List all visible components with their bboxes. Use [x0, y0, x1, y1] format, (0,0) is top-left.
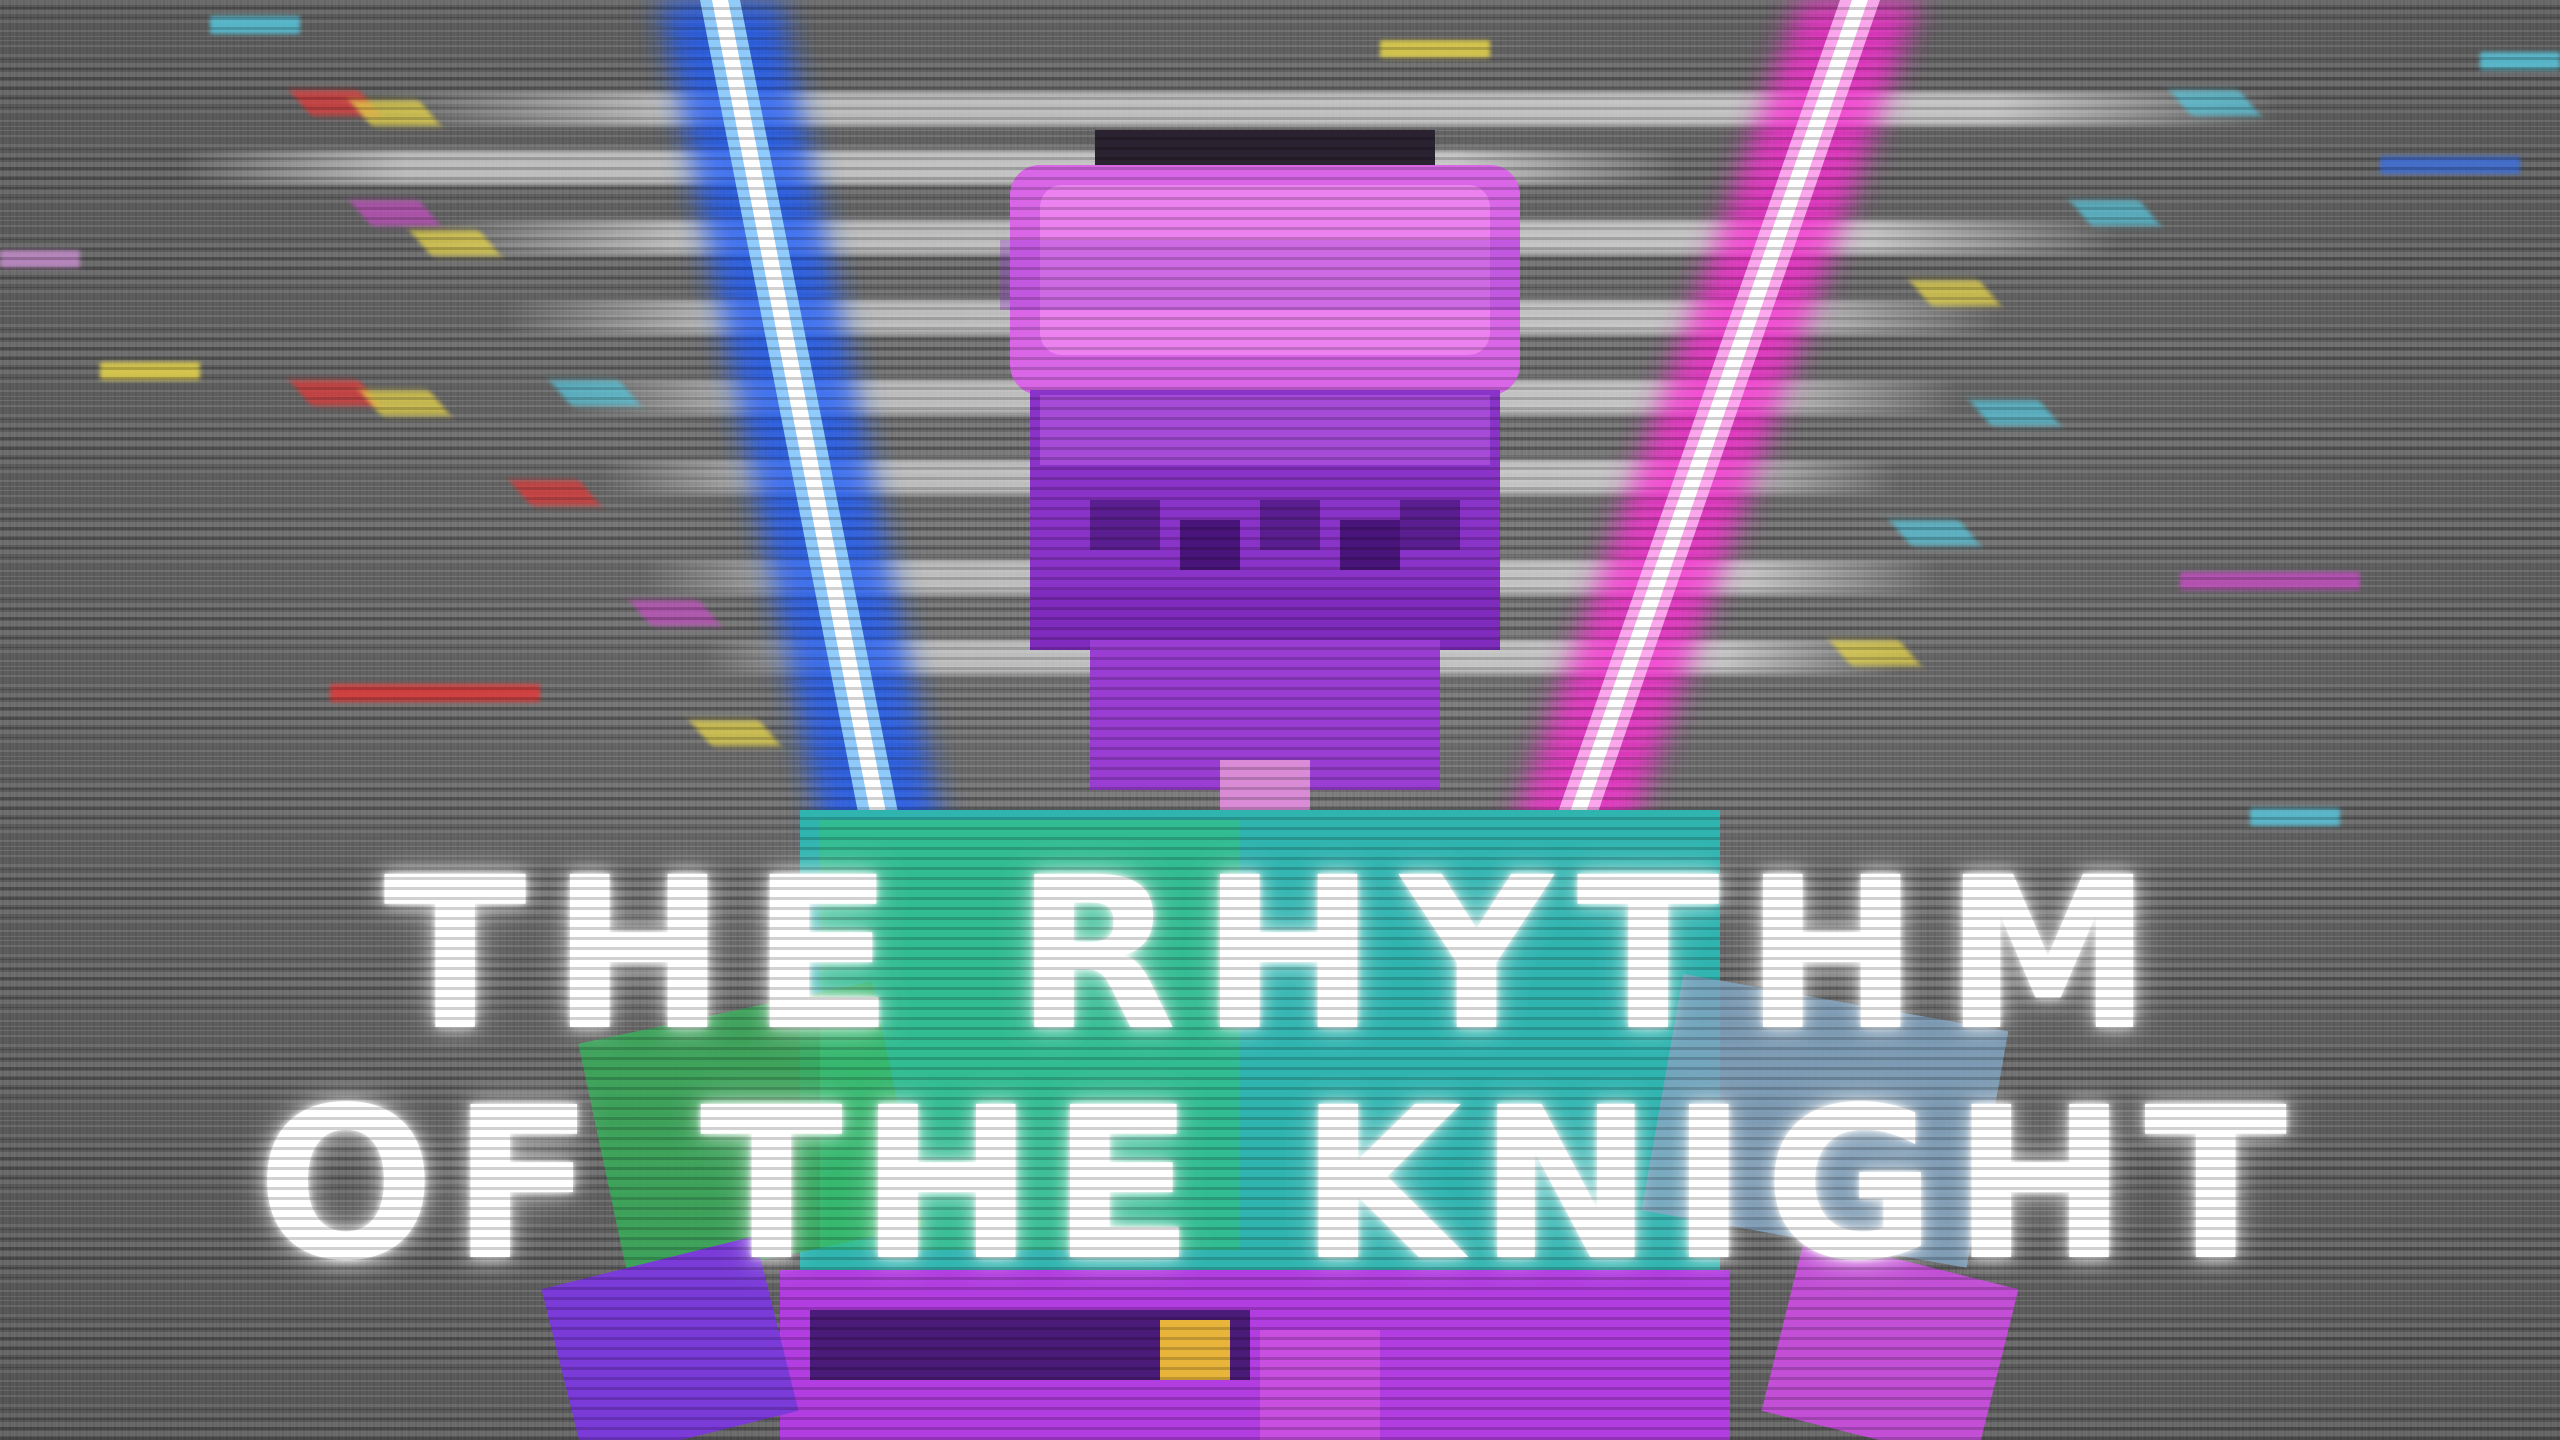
title-screen: THE RHYTHM OF THE KNIGHT: [0, 0, 2560, 1440]
title-line-1: THE RHYTHM: [383, 832, 2177, 1077]
title-line-2: OF THE KNIGHT: [256, 1062, 2304, 1307]
game-title: THE RHYTHM OF THE KNIGHT: [0, 840, 2560, 1300]
